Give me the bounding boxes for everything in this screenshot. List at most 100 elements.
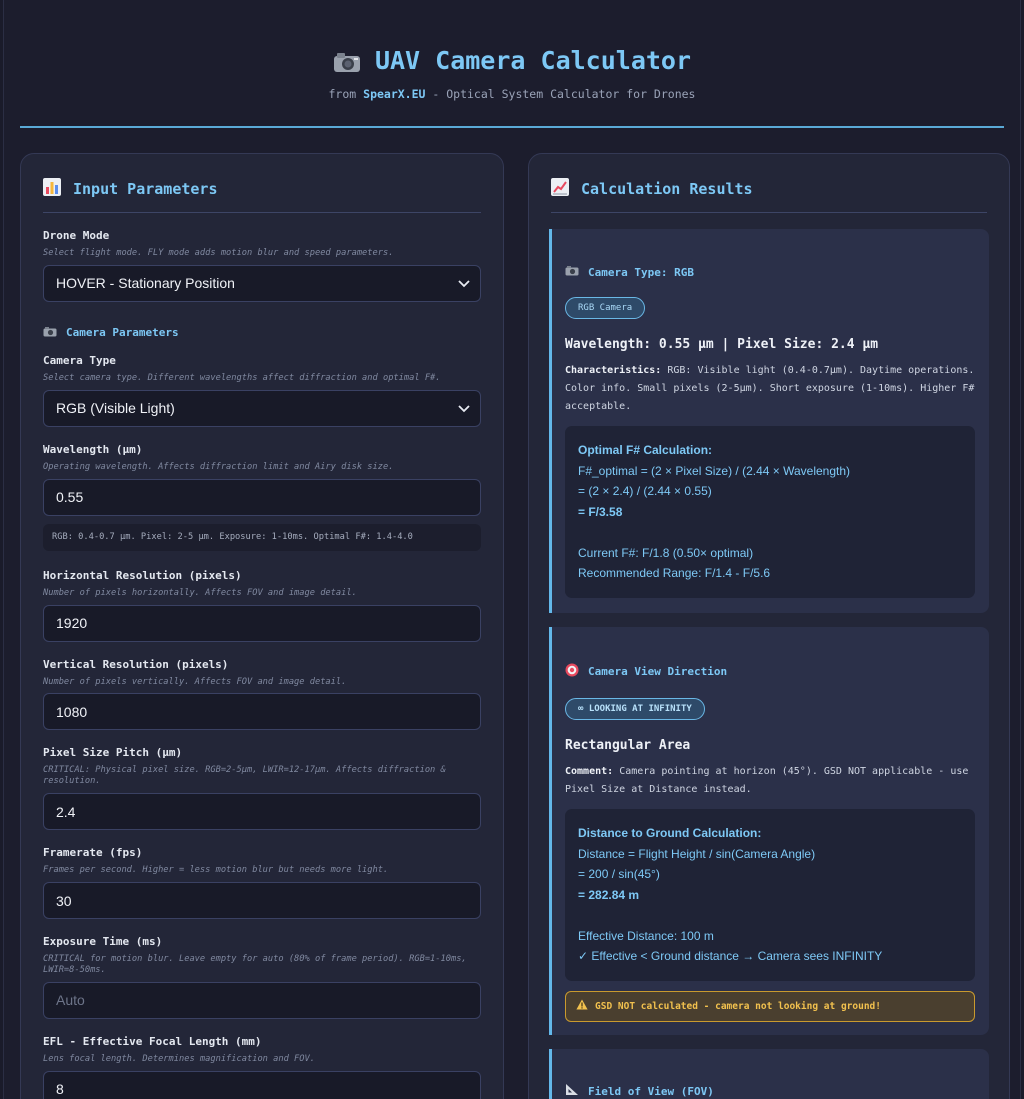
current-f-number: Current F#: F/1.8 (0.50× optimal) <box>578 545 754 560</box>
chart-increasing-icon <box>551 178 569 200</box>
camera-type-select[interactable]: RGB (Visible Light) <box>43 389 481 427</box>
vertical-resolution-label: Vertical Resolution (pixels) <box>43 657 229 671</box>
rgb-camera-badge: RGB Camera <box>565 297 646 319</box>
pixel-size-value: 2.4 <box>56 803 76 820</box>
subtitle-suffix: - Optical System Calculator for Drones <box>425 87 696 101</box>
view-direction-card-title-text: Camera View Direction <box>588 665 728 678</box>
framerate-value: 30 <box>56 892 72 909</box>
drone-mode-field: Drone Mode Select flight mode. FLY mode … <box>43 229 481 302</box>
framerate-input[interactable]: 30 <box>43 882 481 919</box>
page-header: UAV Camera Calculator from SpearX.EU - O… <box>4 0 1020 101</box>
distance-calculation-heading: Distance to Ground Calculation: <box>578 826 762 840</box>
wavelength-label: Wavelength (µm) <box>43 442 143 456</box>
camera-type-field: Camera Type Select camera type. Differen… <box>43 354 481 427</box>
camera-view-direction-card: Camera View Direction ∞ LOOKING AT INFIN… <box>549 627 989 1035</box>
warning-icon <box>576 999 588 1013</box>
subtitle-prefix: from <box>328 87 357 101</box>
camera-parameters-heading: Camera Parameters <box>43 326 481 340</box>
title-text: UAV Camera Calculator <box>374 46 692 75</box>
characteristics-label: Characteristics: <box>565 365 662 376</box>
exposure-time-field: Exposure Time (ms) CRITICAL for motion b… <box>43 935 481 1019</box>
camera-type-hint: Select camera type. Different wavelength… <box>43 372 441 383</box>
camera-type-card-title-text: Camera Type: RGB <box>588 265 694 279</box>
horizontal-resolution-input[interactable]: 1920 <box>43 604 481 642</box>
efl-label: EFL - Effective Focal Length (mm) <box>43 1034 262 1048</box>
pixel-size-input[interactable]: 2.4 <box>43 793 481 831</box>
camera-parameters-title: Camera Parameters <box>66 326 179 340</box>
horizontal-resolution-value: 1920 <box>56 615 88 631</box>
distance-result: = 282.84 m <box>578 887 640 902</box>
exposure-time-hint: CRITICAL for motion blur. Leave empty fo… <box>43 954 467 975</box>
view-direction-card-title: Camera View Direction <box>565 627 975 680</box>
comment-body: Camera pointing at horizon (45°). GSD NO… <box>565 766 969 795</box>
field-of-view-card: Field of View (FOV) <box>549 1049 989 1099</box>
wavelength-value: 0.55 <box>56 489 84 506</box>
horizontal-resolution-hint: Number of pixels horizontally. Affects F… <box>43 587 357 598</box>
vertical-resolution-input[interactable]: 1080 <box>43 693 481 731</box>
calculation-results-panel: Calculation Results Camera Type: RGB RGB… <box>528 153 1010 1099</box>
wavelength-input[interactable]: 0.55 <box>43 478 481 516</box>
exposure-time-input[interactable]: Auto <box>43 981 481 1019</box>
vertical-resolution-field: Vertical Resolution (pixels) Number of p… <box>43 658 481 731</box>
recommended-f-range: Recommended Range: F/1.4 - F/5.6 <box>578 566 771 580</box>
optimal-f-calculation-heading: Optimal F# Calculation: <box>578 443 713 457</box>
pixel-size-hint: CRITICAL: Physical pixel size. RGB=2-5µm… <box>43 765 446 787</box>
framerate-label: Framerate (fps) <box>43 846 143 860</box>
chevron-down-icon <box>458 405 470 413</box>
app-window: UAV Camera Calculator from SpearX.EU - O… <box>3 0 1021 1099</box>
camera-icon <box>333 50 361 72</box>
target-icon <box>565 663 579 680</box>
page-title: UAV Camera Calculator <box>4 46 1020 75</box>
distance-calculation-box: Distance to Ground Calculation: Distance… <box>565 809 975 981</box>
drone-mode-hint: Select flight mode. FLY mode adds motion… <box>43 248 394 258</box>
fov-card-title: Field of View (FOV) <box>565 1049 975 1099</box>
exposure-time-label: Exposure Time (ms) <box>43 935 163 948</box>
camera-type-card: Camera Type: RGB RGB Camera Wavelength: … <box>549 229 989 613</box>
gsd-warning-text: GSD NOT calculated - camera not looking … <box>595 1000 881 1012</box>
camera-type-value: RGB (Visible Light) <box>56 400 175 417</box>
triangle-ruler-icon <box>565 1083 579 1099</box>
efl-input[interactable]: 8 <box>43 1070 481 1099</box>
subtitle: from SpearX.EU - Optical System Calculat… <box>4 87 1020 101</box>
camera-type-label: Camera Type <box>43 353 116 367</box>
drone-mode-select[interactable]: HOVER - Stationary Position <box>43 264 481 302</box>
camera-icon <box>565 265 579 279</box>
exposure-time-placeholder: Auto <box>56 992 85 1009</box>
framerate-hint: Frames per second. Higher = less motion … <box>43 865 389 876</box>
distance-formula: Distance = Flight Height / sin(Camera An… <box>578 846 816 861</box>
header-divider <box>20 126 1004 128</box>
horizontal-resolution-field: Horizontal Resolution (pixels) Number of… <box>43 569 481 642</box>
results-panel-title-text: Calculation Results <box>581 180 753 198</box>
horizontal-resolution-label: Horizontal Resolution (pixels) <box>43 568 242 582</box>
wavelength-pixel-heading: Wavelength: 0.55 µm | Pixel Size: 2.4 µm <box>565 337 879 352</box>
vertical-resolution-value: 1080 <box>56 703 88 720</box>
optimal-f-calculation-box: Optimal F# Calculation: F#_optimal = (2 … <box>565 426 975 598</box>
camera-icon <box>43 326 57 340</box>
drone-mode-value: HOVER - Stationary Position <box>56 275 235 292</box>
bar-chart-icon <box>43 178 61 200</box>
camera-type-card-title: Camera Type: RGB <box>565 229 975 279</box>
view-comment-text: Comment: Camera pointing at horizon (45°… <box>565 763 975 799</box>
fov-card-title-text: Field of View (FOV) <box>588 1084 714 1098</box>
infinity-conclusion: ✓ Effective < Ground distance → Camera s… <box>578 949 883 963</box>
camera-type-info: RGB: 0.4-0.7 µm. Pixel: 2-5 µm. Exposure… <box>43 523 481 551</box>
framerate-field: Framerate (fps) Frames per second. Highe… <box>43 846 481 919</box>
gsd-warning: GSD NOT calculated - camera not looking … <box>565 990 975 1022</box>
looking-at-infinity-badge: ∞ LOOKING AT INFINITY <box>565 698 705 720</box>
pixel-size-label: Pixel Size Pitch (µm) <box>43 746 183 760</box>
characteristics-text: Characteristics: RGB: Visible light (0.4… <box>565 362 975 416</box>
efl-hint: Lens focal length. Determines magnificat… <box>43 1053 315 1064</box>
optimal-f-formula: F#_optimal = (2 × Pixel Size) / (2.44 × … <box>578 463 851 478</box>
wavelength-hint: Operating wavelength. Affects diffractio… <box>43 461 394 472</box>
brand-link[interactable]: SpearX.EU <box>363 87 425 101</box>
wavelength-field: Wavelength (µm) Operating wavelength. Af… <box>43 443 481 516</box>
efl-field: EFL - Effective Focal Length (mm) Lens f… <box>43 1035 481 1099</box>
effective-distance: Effective Distance: 100 m <box>578 928 714 943</box>
rectangular-area-heading: Rectangular Area <box>565 738 691 753</box>
optimal-f-substitution: = (2 × 2.4) / (2.44 × 0.55) <box>578 484 712 498</box>
efl-value: 8 <box>56 1081 64 1098</box>
results-panel-title: Calculation Results <box>551 178 987 213</box>
chevron-down-icon <box>458 280 470 288</box>
comment-label: Comment: <box>565 766 614 777</box>
vertical-resolution-hint: Number of pixels vertically. Affects FOV… <box>43 676 347 687</box>
